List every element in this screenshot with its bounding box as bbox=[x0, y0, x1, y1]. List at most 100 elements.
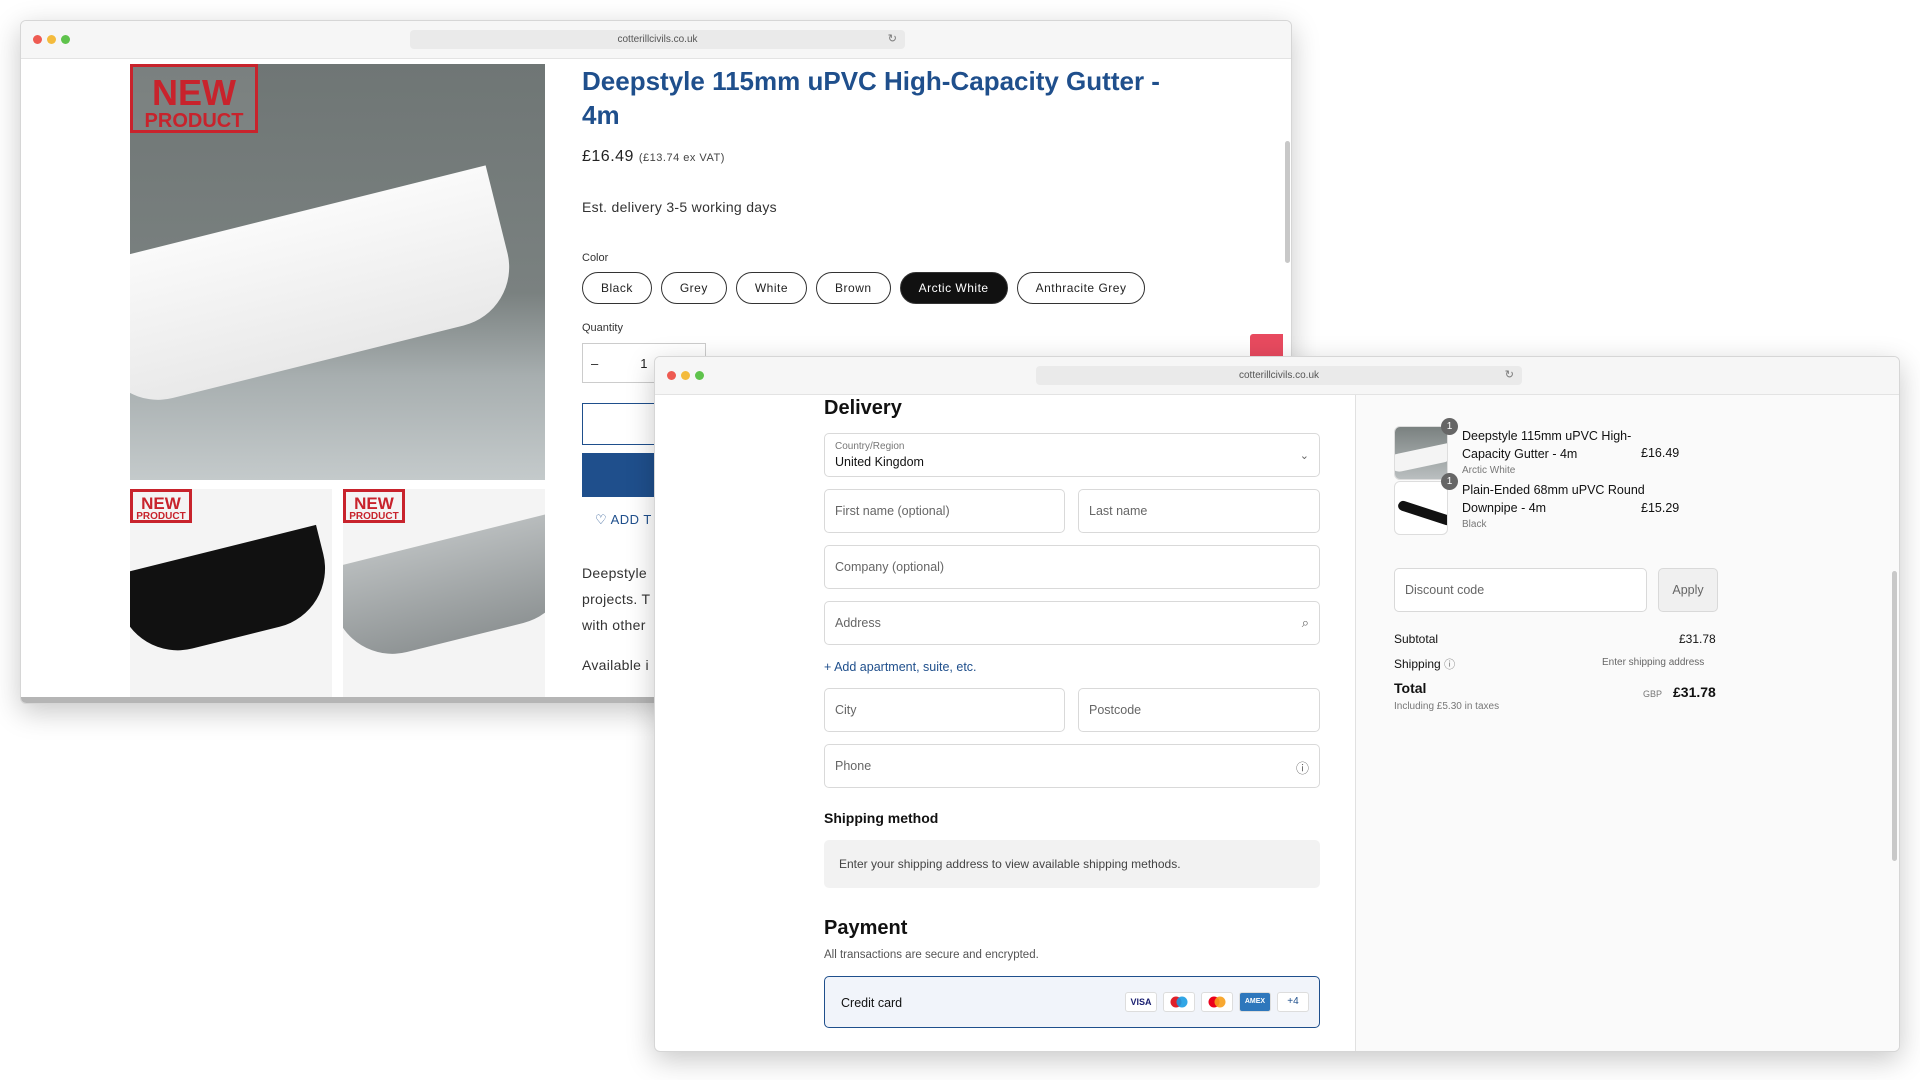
reload-icon[interactable]: ↻ bbox=[1505, 366, 1514, 385]
checkout-titlebar: cotterillcivils.co.uk ↻ bbox=[655, 357, 1899, 395]
item-quantity-badge: 1 bbox=[1441, 473, 1458, 490]
item-thumbnail-gutter bbox=[1394, 426, 1448, 480]
checkout-scrollbar[interactable] bbox=[1892, 571, 1897, 861]
thumb-new-badge: NEW PRODUCT bbox=[343, 489, 405, 523]
country-select[interactable]: Country/Region United Kingdom ⌄ bbox=[824, 433, 1320, 477]
first-name-field[interactable]: First name (optional) bbox=[824, 489, 1065, 533]
credit-card-option[interactable]: Credit card VISA AMEX +4 bbox=[824, 976, 1320, 1028]
phone-field[interactable]: Phone ⓘ bbox=[824, 744, 1320, 788]
color-label: Color bbox=[582, 252, 609, 264]
swatch-grey[interactable]: Grey bbox=[660, 272, 727, 304]
reload-icon[interactable]: ↻ bbox=[888, 30, 897, 49]
item-variant: Black bbox=[1462, 519, 1487, 530]
delivery-heading: Delivery bbox=[824, 397, 902, 419]
add-to-wishlist-link[interactable]: ♡ ADD T bbox=[595, 512, 652, 528]
shipping-label-text: Shipping bbox=[1394, 657, 1441, 671]
shipping-help-icon[interactable]: ⓘ bbox=[1444, 659, 1455, 671]
search-icon: ⌕ bbox=[1301, 615, 1309, 630]
mastercard-icon bbox=[1201, 992, 1233, 1012]
total-label: Total bbox=[1394, 680, 1427, 696]
thumb-badge-product: PRODUCT bbox=[349, 511, 399, 522]
apply-discount-button[interactable]: Apply bbox=[1658, 568, 1718, 612]
minimize-window-button[interactable] bbox=[47, 35, 56, 44]
postcode-field[interactable]: Postcode bbox=[1078, 688, 1320, 732]
address-placeholder: Address bbox=[835, 616, 881, 630]
discount-placeholder: Discount code bbox=[1405, 583, 1485, 597]
gutter-black-shape bbox=[130, 524, 332, 664]
item-variant: Arctic White bbox=[1462, 465, 1516, 476]
more-cards-badge: +4 bbox=[1277, 992, 1309, 1012]
item-price: £15.29 bbox=[1641, 501, 1680, 515]
city-placeholder: City bbox=[835, 703, 857, 717]
phone-placeholder: Phone bbox=[835, 759, 872, 773]
description-line-1: Deepstyle bbox=[582, 565, 647, 581]
city-field[interactable]: City bbox=[824, 688, 1065, 732]
item-name: Deepstyle 115mm uPVC High-Capacity Gutte… bbox=[1462, 429, 1632, 461]
help-icon[interactable]: ⓘ bbox=[1296, 758, 1309, 777]
wishlist-label: ADD T bbox=[610, 512, 652, 527]
checkout-browser-window: cotterillcivils.co.uk ↻ Delivery Country… bbox=[654, 356, 1900, 1052]
last-name-field[interactable]: Last name bbox=[1078, 489, 1320, 533]
currency-code: GBP bbox=[1643, 689, 1663, 699]
swatch-anthracite-grey[interactable]: Anthracite Grey bbox=[1016, 272, 1146, 304]
thumb-badge-new: NEW bbox=[141, 494, 181, 513]
gutter-grey-shape bbox=[343, 511, 545, 667]
maximize-window-button[interactable] bbox=[695, 371, 704, 380]
description-line-2: projects. T bbox=[582, 591, 651, 607]
thumb-badge-product: PRODUCT bbox=[136, 511, 186, 522]
swatch-black[interactable]: Black bbox=[582, 272, 652, 304]
swatch-brown[interactable]: Brown bbox=[816, 272, 891, 304]
description-line-3: with other bbox=[582, 617, 646, 633]
company-field[interactable]: Company (optional) bbox=[824, 545, 1320, 589]
subtotal-value: £31.78 bbox=[1679, 632, 1716, 646]
close-window-button[interactable] bbox=[33, 35, 42, 44]
shipping-value: Enter shipping address bbox=[1602, 657, 1705, 668]
badge-new-text: NEW bbox=[152, 72, 236, 113]
checkout-url: cotterillcivils.co.uk bbox=[1238, 370, 1320, 381]
item-price: £16.49 bbox=[1641, 446, 1680, 460]
heart-icon: ♡ bbox=[595, 512, 608, 527]
product-main-image[interactable]: NEW PRODUCT bbox=[130, 64, 545, 480]
payment-heading: Payment bbox=[824, 917, 908, 939]
first-name-placeholder: First name (optional) bbox=[835, 504, 950, 518]
card-brand-icons: VISA AMEX +4 bbox=[1125, 992, 1309, 1012]
visa-icon: VISA bbox=[1125, 992, 1157, 1012]
total-value: £31.78 bbox=[1673, 684, 1716, 700]
new-product-badge: NEW PRODUCT bbox=[130, 64, 258, 133]
delivery-estimate: Est. delivery 3-5 working days bbox=[582, 199, 777, 215]
shipping-method-info: Enter your shipping address to view avai… bbox=[824, 840, 1320, 888]
minimize-window-button[interactable] bbox=[681, 371, 690, 380]
add-apartment-link[interactable]: + Add apartment, suite, etc. bbox=[824, 660, 977, 674]
product-scrollbar[interactable] bbox=[1285, 141, 1290, 263]
postcode-placeholder: Postcode bbox=[1089, 703, 1142, 717]
swatch-white[interactable]: White bbox=[735, 272, 808, 304]
discount-code-field[interactable]: Discount code bbox=[1394, 568, 1647, 612]
thumb-new-badge: NEW PRODUCT bbox=[130, 489, 192, 523]
item-thumbnail-downpipe bbox=[1394, 481, 1448, 535]
credit-card-label: Credit card bbox=[841, 996, 903, 1010]
color-swatches: Black Grey White Brown Arctic White Anth… bbox=[582, 272, 1146, 304]
company-placeholder: Company (optional) bbox=[835, 560, 945, 574]
product-thumbnail-grey[interactable]: NEW PRODUCT bbox=[343, 489, 545, 699]
chevron-down-icon: ⌄ bbox=[1299, 450, 1309, 462]
product-titlebar: cotterillcivils.co.uk ↻ bbox=[21, 21, 1291, 59]
maximize-window-button[interactable] bbox=[61, 35, 70, 44]
product-thumbnail-black[interactable]: NEW PRODUCT bbox=[130, 489, 332, 699]
quantity-decrease-button[interactable]: – bbox=[591, 356, 598, 371]
shipping-label: Shipping ⓘ bbox=[1394, 656, 1455, 672]
thumb-badge-new: NEW bbox=[354, 494, 394, 513]
country-value: United Kingdom bbox=[835, 455, 924, 469]
checkout-address-bar[interactable]: cotterillcivils.co.uk ↻ bbox=[1036, 366, 1522, 385]
quantity-input[interactable]: 1 bbox=[640, 356, 647, 371]
swatch-arctic-white[interactable]: Arctic White bbox=[899, 272, 1008, 304]
availability-text: Available i bbox=[582, 657, 649, 673]
price-incl-vat: £16.49 bbox=[582, 148, 634, 165]
gutter-white-shape bbox=[130, 165, 522, 413]
payment-subtext: All transactions are secure and encrypte… bbox=[824, 949, 1039, 961]
address-field[interactable]: Address ⌕ bbox=[824, 601, 1320, 645]
quantity-label: Quantity bbox=[582, 322, 623, 334]
country-label: Country/Region bbox=[835, 441, 905, 452]
close-window-button[interactable] bbox=[667, 371, 676, 380]
product-address-bar[interactable]: cotterillcivils.co.uk ↻ bbox=[410, 30, 905, 49]
shipping-method-heading: Shipping method bbox=[824, 810, 939, 826]
